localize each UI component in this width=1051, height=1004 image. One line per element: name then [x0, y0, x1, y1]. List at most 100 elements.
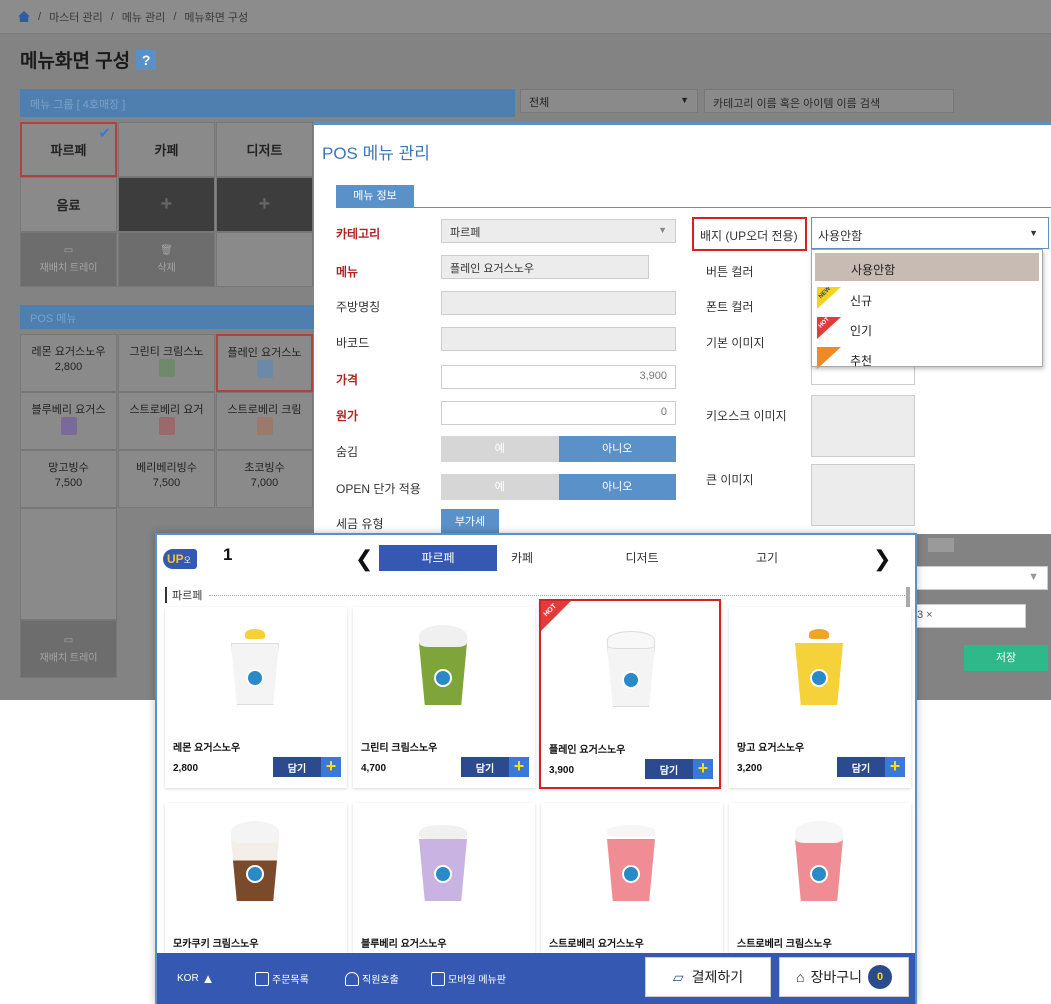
language-toggle[interactable]: KOR ▲	[177, 971, 215, 986]
order-list-button[interactable]: 주문목록	[255, 971, 309, 986]
pos-item-price: 7,500	[54, 477, 83, 489]
help-icon[interactable]: ?	[136, 49, 157, 70]
menu-name-field[interactable]: 플레인 요거스노우	[441, 255, 649, 279]
product-card[interactable]: 그린티 크림스노우 4,700 담기 +	[353, 607, 535, 788]
open-price-toggle[interactable]: 예 아니오	[441, 474, 676, 500]
plus-icon: +	[693, 759, 713, 779]
product-card[interactable]: 블루베리 요거스노우	[353, 803, 535, 953]
pos-item[interactable]: 초코빙수 7,000	[216, 450, 313, 508]
tab-meat[interactable]: 고기	[737, 545, 797, 571]
add-to-cart-button[interactable]: 담기 +	[645, 759, 713, 779]
group-tile-parfait[interactable]: 파르페 ✔	[20, 122, 117, 177]
pos-item[interactable]: 망고빙수 7,500	[20, 450, 117, 508]
staff-call-button[interactable]: 직원호출	[345, 971, 399, 986]
cup-logo	[622, 865, 640, 883]
pos-item-name: 베리베리빙수	[136, 462, 197, 474]
kiosk-image-box[interactable]	[811, 395, 915, 457]
cup-logo	[434, 865, 452, 883]
add-group-button[interactable]: +	[216, 177, 313, 232]
chevron-left-icon[interactable]: ❮	[355, 546, 373, 572]
badge-select[interactable]: 사용안함 ▼	[811, 217, 1049, 249]
toggle-no[interactable]: 아니오	[558, 436, 676, 462]
product-card[interactable]: 모카쿠키 크림스노우	[165, 803, 347, 953]
group-tile-cafe[interactable]: 카페	[118, 122, 215, 177]
pos-item-name: 스트로베리 크림	[227, 404, 302, 416]
pos-item[interactable]: 블루베리 요거스	[20, 392, 117, 450]
product-card[interactable]: 스트로베리 요거스노우	[541, 803, 723, 953]
tab-dessert[interactable]: 디저트	[607, 545, 677, 571]
product-card[interactable]: 스트로베리 크림스노우	[729, 803, 911, 953]
product-card[interactable]: 망고 요거스노우 3,200 담기 +	[729, 607, 911, 788]
cost-field[interactable]: 0	[441, 401, 676, 425]
large-image-box[interactable]	[811, 464, 915, 526]
thumbs-up-badge-icon	[817, 347, 841, 369]
tag-field[interactable]: 3 ×	[912, 604, 1026, 628]
home-icon[interactable]	[18, 11, 30, 22]
tab-menu-info[interactable]: 메뉴 정보	[336, 185, 414, 207]
search-input[interactable]: 카테고리 이름 혹은 아이템 이름 검색	[704, 89, 954, 113]
scrollbar[interactable]	[906, 587, 910, 607]
menu-label: 메뉴	[336, 265, 359, 279]
font-color-label: 폰트 컬러	[706, 300, 754, 314]
toggle-no[interactable]: 아니오	[558, 474, 676, 500]
add-to-cart-button[interactable]: 담기 +	[837, 757, 905, 777]
checkout-button[interactable]: ▱ 결제하기	[645, 957, 771, 997]
product-name: 레몬 요거스노우	[173, 743, 241, 754]
up-order-logo: UP오더	[163, 549, 197, 579]
category-select[interactable]: 파르페 ▼	[441, 219, 676, 243]
price-field[interactable]: 3,900	[441, 365, 676, 389]
pos-item[interactable]: 스트로베리 크림	[216, 392, 313, 450]
product-name: 플레인 요거스노우	[549, 745, 626, 756]
cup-logo	[810, 865, 828, 883]
group-label: 파르페	[50, 143, 87, 158]
cup-logo	[622, 671, 640, 689]
color-swatch[interactable]	[928, 538, 954, 552]
badge-option-hot[interactable]: HOT 인기	[812, 314, 1042, 344]
add-group-button[interactable]: +	[118, 177, 215, 232]
group-tile-dessert[interactable]: 디저트	[216, 122, 313, 177]
cart-button[interactable]: ⌂ 장바구니 0	[779, 957, 909, 997]
empty-tile	[216, 232, 313, 287]
mobile-menu-button[interactable]: 모바일 메뉴판	[431, 971, 506, 986]
toggle-yes[interactable]: 예	[441, 436, 559, 462]
add-to-cart-button[interactable]: 담기 +	[273, 757, 341, 777]
barcode-field[interactable]	[441, 327, 676, 351]
filter-select-value: 전체	[529, 97, 550, 109]
pos-item[interactable]: 플레인 요거스노	[216, 334, 313, 392]
product-card-selected[interactable]: HOT 플레인 요거스노우 3,900 담기 +	[539, 599, 721, 789]
add-to-cart-button[interactable]: 담기 +	[461, 757, 529, 777]
badge-option-new[interactable]: NEW 신규	[812, 284, 1042, 314]
tab-cafe[interactable]: 카페	[497, 545, 547, 571]
badge-option-recommend[interactable]: 추천	[812, 344, 1042, 374]
pos-item[interactable]: 스트로베리 요거	[118, 392, 215, 450]
delete-button[interactable]: 🗑 삭제	[118, 232, 215, 287]
default-image-label: 기본 이미지	[706, 336, 765, 350]
badge-option-none[interactable]: 사용안함	[815, 253, 1039, 281]
hide-toggle[interactable]: 예 아니오	[441, 436, 676, 462]
product-price: 3,900	[549, 765, 575, 776]
filter-select[interactable]: 전체 ▼	[520, 89, 698, 113]
reorder-tray[interactable]: ▭ 재배치 트레이	[20, 232, 117, 287]
cup-image	[415, 625, 471, 707]
pos-item[interactable]: 그린티 크림스노	[118, 334, 215, 392]
extra-select[interactable]: ▼	[912, 566, 1048, 590]
group-tile-drink[interactable]: 음료	[20, 177, 117, 232]
breadcrumb-item[interactable]: 마스터 관리	[49, 9, 103, 25]
barcode-label: 바코드	[336, 336, 370, 350]
pos-item[interactable]: 베리베리빙수 7,500	[118, 450, 215, 508]
reorder-tray[interactable]: ▭ 재배치 트레이	[20, 620, 117, 678]
save-button[interactable]: 저장	[964, 645, 1048, 671]
product-card[interactable]: 레몬 요거스노우 2,800 담기 +	[165, 607, 347, 788]
toggle-yes[interactable]: 예	[441, 474, 559, 500]
cart-count-badge: 0	[868, 965, 892, 989]
pos-item[interactable]: 레몬 요거스노우 2,800	[20, 334, 117, 392]
tax-type-button[interactable]: 부가세	[441, 509, 499, 535]
chevron-right-icon[interactable]: ❯	[873, 546, 891, 572]
kitchen-name-field[interactable]	[441, 291, 676, 315]
tab-parfait[interactable]: 파르페	[379, 545, 497, 571]
cup-logo	[246, 669, 264, 687]
tag-fragment: 3 ×	[917, 609, 933, 621]
check-icon: ✔	[98, 125, 111, 142]
breadcrumb-item[interactable]: 메뉴 관리	[122, 9, 166, 25]
mobile-menu-label: 모바일 메뉴판	[448, 975, 506, 986]
